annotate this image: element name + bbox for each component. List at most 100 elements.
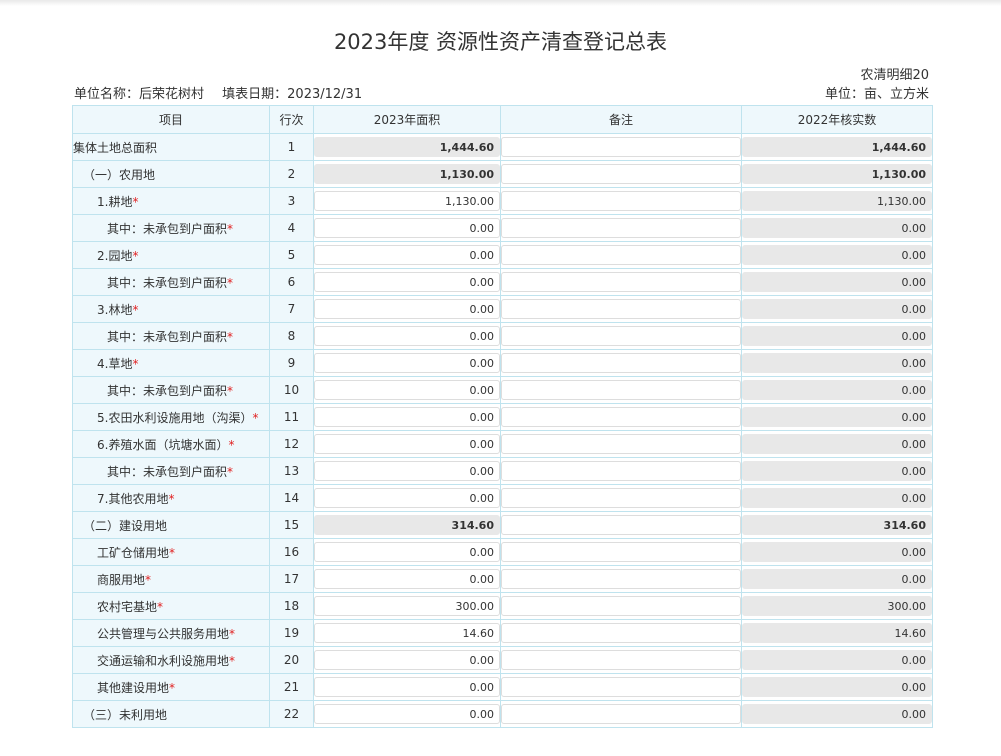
current-area-field[interactable]: 0.00 <box>314 353 500 373</box>
current-area-cell: 0.00 <box>313 376 501 404</box>
note-field[interactable] <box>501 704 741 724</box>
note-cell <box>500 322 742 350</box>
note-cell <box>500 376 742 404</box>
current-area-cell: 0.00 <box>313 430 501 458</box>
row-item-cell: 其中：未承包到户面积* <box>72 457 270 485</box>
row-number: 21 <box>269 673 314 701</box>
note-cell <box>500 295 742 323</box>
current-area-field[interactable]: 0.00 <box>314 677 500 697</box>
note-field[interactable] <box>501 542 741 562</box>
note-cell <box>500 403 742 431</box>
current-area-field[interactable]: 300.00 <box>314 596 500 616</box>
row-item-label: （一）农用地 <box>83 167 156 182</box>
prev-verified-field: 0.00 <box>742 650 932 670</box>
header-current-area: 2023年面积 <box>313 105 501 134</box>
note-field[interactable] <box>501 353 741 373</box>
prev-verified-cell: 0.00 <box>741 430 933 458</box>
current-area-field[interactable]: 0.00 <box>314 650 500 670</box>
note-field[interactable] <box>501 488 741 508</box>
current-area-cell: 0.00 <box>313 241 501 269</box>
page-title: 2023年度 资源性资产清查登记总表 <box>333 30 668 54</box>
current-area-field[interactable]: 0.00 <box>314 326 500 346</box>
prev-verified-cell: 0.00 <box>741 646 933 674</box>
current-area-field[interactable]: 0.00 <box>314 407 500 427</box>
current-area-field[interactable]: 0.00 <box>314 218 500 238</box>
prev-verified-cell: 14.60 <box>741 619 933 647</box>
current-area-field[interactable]: 0.00 <box>314 434 500 454</box>
note-cell <box>500 673 742 701</box>
note-field[interactable] <box>501 299 741 319</box>
prev-verified-field: 0.00 <box>742 704 932 724</box>
note-field[interactable] <box>501 569 741 589</box>
table-header-row: 项目 行次 2023年面积 备注 2022年核实数 <box>72 105 933 134</box>
current-area-field[interactable]: 0.00 <box>314 542 500 562</box>
current-area-field[interactable]: 1,130.00 <box>314 191 500 211</box>
table-row: 其中：未承包到户面积* 6 0.00 0.00 <box>72 268 933 296</box>
prev-verified-field: 314.60 <box>742 515 932 535</box>
note-field[interactable] <box>501 218 741 238</box>
current-area-field[interactable]: 14.60 <box>314 623 500 643</box>
row-item-cell: 集体土地总面积 <box>72 133 270 161</box>
row-item-label: 商服用地 <box>97 572 146 587</box>
prev-verified-cell: 0.00 <box>741 484 933 512</box>
note-field[interactable] <box>501 380 741 400</box>
note-field[interactable] <box>501 407 741 427</box>
current-area-field[interactable]: 0.00 <box>314 461 500 481</box>
prev-verified-field: 1,130.00 <box>742 164 932 184</box>
table-row: 工矿仓储用地* 16 0.00 0.00 <box>72 538 933 566</box>
prev-verified-field: 0.00 <box>742 245 932 265</box>
required-mark: * <box>229 653 236 668</box>
prev-verified-field: 1,130.00 <box>742 191 932 211</box>
row-item-label: 6.养殖水面（坑塘水面） <box>97 437 229 452</box>
note-field[interactable] <box>501 596 741 616</box>
note-cell <box>500 565 742 593</box>
prev-verified-field: 0.00 <box>742 326 932 346</box>
current-area-field[interactable]: 0.00 <box>314 380 500 400</box>
note-cell <box>500 484 742 512</box>
prev-verified-cell: 0.00 <box>741 700 933 728</box>
row-number: 17 <box>269 565 314 593</box>
prev-verified-field: 0.00 <box>742 569 932 589</box>
prev-verified-field: 1,444.60 <box>742 137 932 157</box>
note-field[interactable] <box>501 623 741 643</box>
note-field[interactable] <box>501 677 741 697</box>
current-area-field[interactable]: 0.00 <box>314 569 500 589</box>
note-field[interactable] <box>501 164 741 184</box>
note-field[interactable] <box>501 272 741 292</box>
note-field[interactable] <box>501 326 741 346</box>
row-item-label: 7.其他农用地 <box>97 491 169 506</box>
row-number: 7 <box>269 295 314 323</box>
current-area-field[interactable]: 0.00 <box>314 488 500 508</box>
required-mark: * <box>168 491 175 506</box>
table-row: 农村宅基地* 18 300.00 300.00 <box>72 592 933 620</box>
note-field[interactable] <box>501 245 741 265</box>
note-field[interactable] <box>501 650 741 670</box>
note-field[interactable] <box>501 434 741 454</box>
prev-verified-cell: 0.00 <box>741 349 933 377</box>
note-field[interactable] <box>501 137 741 157</box>
table-row: （二）建设用地 15 314.60 314.60 <box>72 511 933 539</box>
row-item-cell: 3.林地* <box>72 295 270 323</box>
prev-verified-field: 0.00 <box>742 542 932 562</box>
current-area-field[interactable]: 0.00 <box>314 245 500 265</box>
table-row: 其中：未承包到户面积* 10 0.00 0.00 <box>72 376 933 404</box>
note-field[interactable] <box>501 461 741 481</box>
table-row: （三）未利用地 22 0.00 0.00 <box>72 700 933 728</box>
note-field[interactable] <box>501 515 741 535</box>
row-number: 12 <box>269 430 314 458</box>
current-area-cell: 0.00 <box>313 268 501 296</box>
required-mark: * <box>169 545 176 560</box>
current-area-field[interactable]: 0.00 <box>314 299 500 319</box>
prev-verified-cell: 300.00 <box>741 592 933 620</box>
table-row: 3.林地* 7 0.00 0.00 <box>72 295 933 323</box>
current-area-field[interactable]: 0.00 <box>314 704 500 724</box>
row-item-cell: 5.农田水利设施用地（沟渠）* <box>72 403 270 431</box>
row-item-label: 其中：未承包到户面积 <box>107 329 228 344</box>
row-number: 2 <box>269 160 314 188</box>
row-number: 5 <box>269 241 314 269</box>
prev-verified-cell: 0.00 <box>741 322 933 350</box>
row-item-label: 其中：未承包到户面积 <box>107 221 228 236</box>
note-field[interactable] <box>501 191 741 211</box>
current-area-field[interactable]: 0.00 <box>314 272 500 292</box>
current-area-cell: 0.00 <box>313 457 501 485</box>
